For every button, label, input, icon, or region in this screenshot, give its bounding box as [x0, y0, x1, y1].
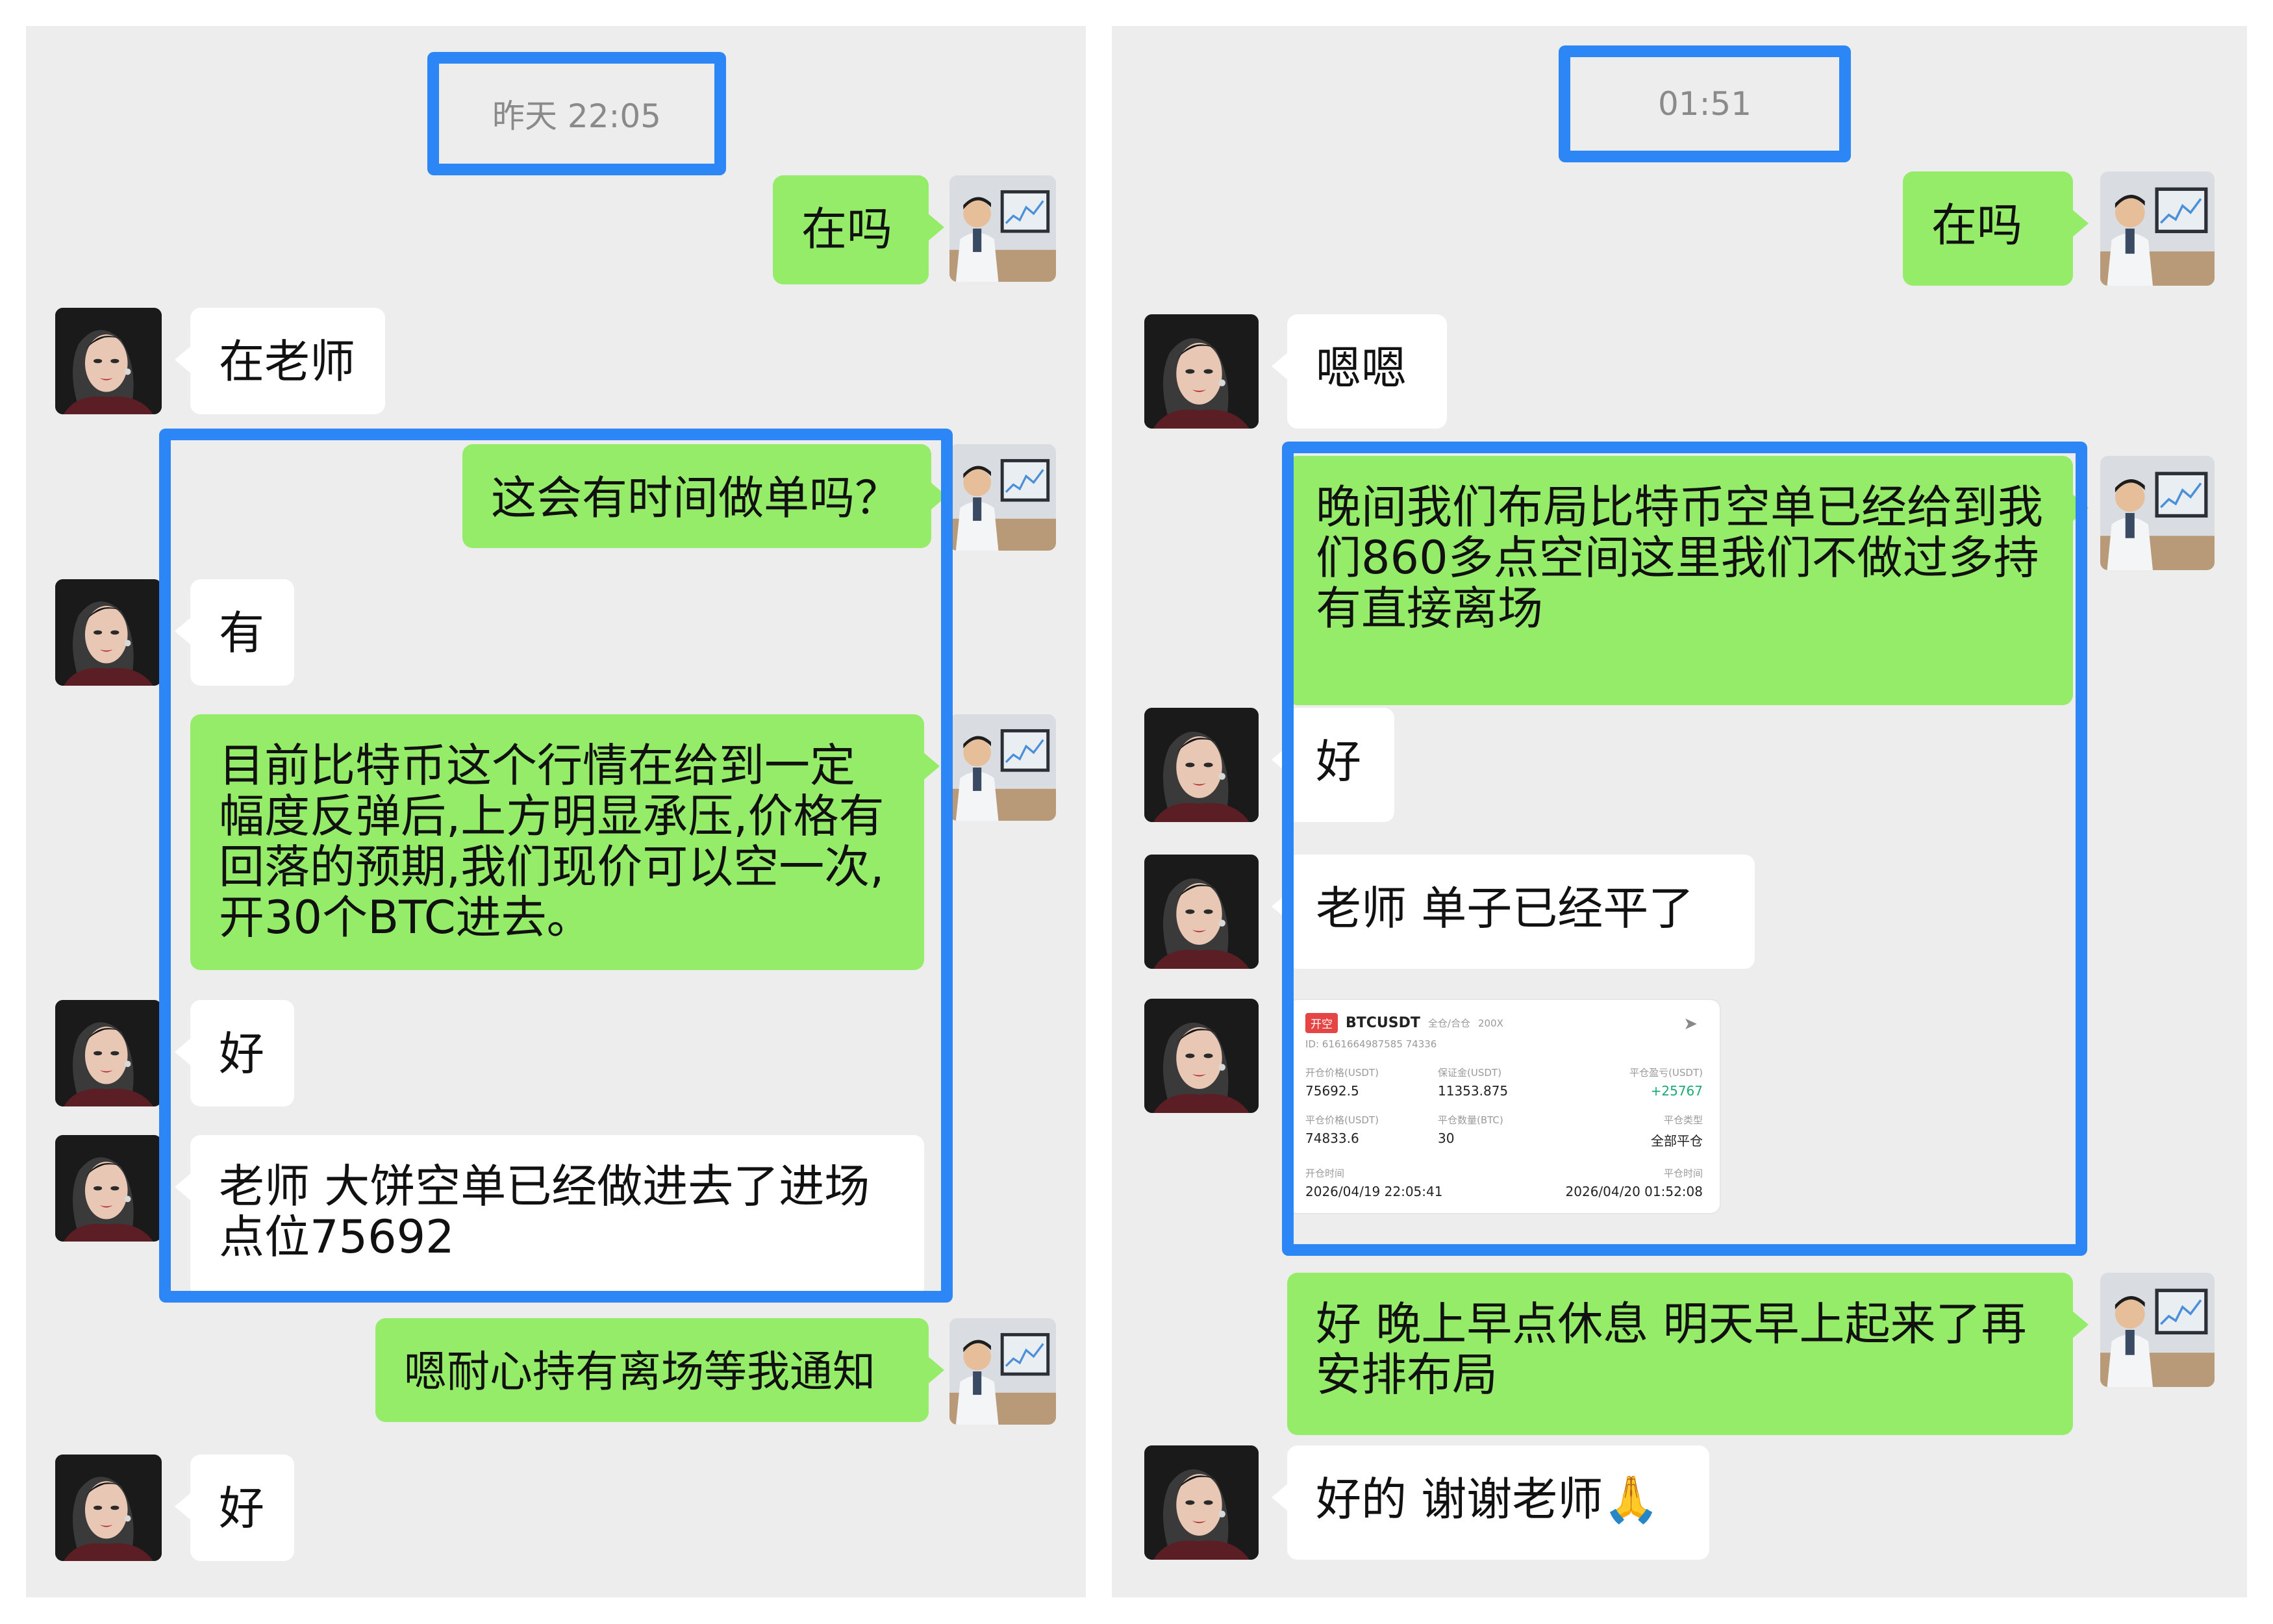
position-side-badge: 开空 [1305, 1013, 1338, 1033]
order-id: ID: 6161664987585 74336 [1305, 1038, 1437, 1050]
message-text: 老师 大饼空单已经做进去了进场点位75692 [219, 1160, 870, 1264]
avatar-user[interactable] [1144, 314, 1259, 429]
avatar-user[interactable] [1144, 855, 1259, 969]
message-bubble-incoming[interactable]: 好 [1272, 708, 1394, 822]
pnl-value: +25767 [1650, 1083, 1703, 1099]
avatar-user[interactable] [55, 308, 162, 414]
message-text: 老师 单子已经平了 [1316, 882, 1694, 935]
margin-value: 11353.875 [1438, 1083, 1509, 1099]
message-bubble-outgoing[interactable]: 在吗 [1903, 171, 2089, 286]
message-bubble-outgoing[interactable]: 目前比特币这个行情在给到一定幅度反弹后,上方明显承压,价格有回落的预期,我们现价… [190, 714, 940, 970]
trade-details-grid: 开仓价格(USDT) 75692.5 保证金(USDT) 11353.875 平… [1305, 1066, 1703, 1149]
margin-mode: 全仓/合仓 [1427, 1018, 1470, 1029]
close-price: 74833.6 [1305, 1131, 1359, 1146]
pray-hands-icon: 🙏 [1603, 1473, 1660, 1526]
open-time-label: 开仓时间 [1305, 1168, 1345, 1179]
timestamp-right: 01:51 [1559, 45, 1851, 162]
close-price-label: 平仓价格(USDT) [1305, 1114, 1379, 1126]
message-text: 在老师 [219, 335, 355, 388]
message-bubble-incoming[interactable]: 有 [175, 579, 294, 686]
avatar-user[interactable] [1144, 708, 1259, 822]
message-bubble-outgoing[interactable]: 好 晚上早点休息 明天早上起来了再安排布局 [1287, 1273, 2089, 1435]
message-text: 这会有时间做单吗？ [491, 471, 900, 525]
pnl-label: 平仓盈亏(USDT) [1629, 1067, 1703, 1079]
avatar-user[interactable] [55, 579, 162, 686]
avatar-teacher[interactable] [949, 175, 1056, 282]
avatar-teacher[interactable] [949, 1318, 1056, 1425]
timestamp-text: 昨天 22:05 [492, 97, 661, 135]
message-bubble-incoming[interactable]: 老师 大饼空单已经做进去了进场点位75692 [175, 1135, 924, 1297]
message-text: 有 [219, 606, 264, 660]
share-icon[interactable]: ➤ [1683, 1014, 1698, 1034]
message-bubble-incoming[interactable]: 好 [175, 1000, 294, 1106]
right-chat-panel: 01:51 在吗 嗯嗯 晚间我们布局比特币空单已经给到我们860多点空间这里我们… [1112, 26, 2247, 1597]
close-qty-label: 平仓数量(BTC) [1438, 1114, 1503, 1126]
margin-label: 保证金(USDT) [1438, 1067, 1501, 1079]
avatar-teacher[interactable] [2100, 171, 2215, 286]
avatar-user[interactable] [55, 1455, 162, 1561]
trade-times: 开仓时间 2026/04/19 22:05:41 平仓时间 2026/04/20… [1305, 1166, 1703, 1199]
message-text: 好的 谢谢老师 [1316, 1473, 1603, 1526]
message-bubble-incoming[interactable]: 在老师 [175, 308, 385, 414]
message-bubble-incoming[interactable]: 好的 谢谢老师🙏 [1272, 1445, 1709, 1560]
avatar-user[interactable] [1144, 1445, 1259, 1560]
message-text: 好 晚上早点休息 明天早上起来了再安排布局 [1316, 1297, 2027, 1401]
message-text: 好 [219, 1482, 264, 1535]
open-price: 75692.5 [1305, 1083, 1359, 1099]
close-time: 2026/04/20 01:52:08 [1565, 1184, 1703, 1199]
close-type-label: 平仓类型 [1663, 1114, 1703, 1126]
avatar-teacher[interactable] [949, 714, 1056, 821]
avatar-user[interactable] [1144, 999, 1259, 1113]
message-bubble-outgoing[interactable]: 嗯耐心持有离场等我通知 [375, 1318, 944, 1422]
message-text: 嗯耐心持有离场等我通知 [404, 1347, 875, 1397]
open-time: 2026/04/19 22:05:41 [1305, 1184, 1443, 1199]
message-text: 好 [219, 1027, 264, 1081]
timestamp-left: 昨天 22:05 [427, 52, 726, 175]
close-time-label: 平仓时间 [1663, 1168, 1703, 1179]
message-text: 目前比特币这个行情在给到一定幅度反弹后,上方明显承压,价格有回落的预期,我们现价… [219, 739, 885, 944]
message-text: 嗯嗯 [1316, 342, 1407, 395]
avatar-user[interactable] [55, 1135, 162, 1242]
close-type: 全部平仓 [1651, 1133, 1703, 1149]
message-bubble-incoming[interactable]: 老师 单子已经平了 [1272, 855, 1755, 969]
trade-screenshot-card[interactable]: 开空 BTCUSDT 全仓/合仓 200X ➤ ID: 616166498758… [1287, 999, 1721, 1214]
close-qty: 30 [1438, 1131, 1455, 1146]
timestamp-text: 01:51 [1657, 85, 1752, 123]
message-text: 在吗 [1931, 199, 2022, 252]
message-bubble-incoming[interactable]: 嗯嗯 [1272, 314, 1447, 429]
message-text: 在吗 [801, 203, 892, 256]
trading-pair: BTCUSDT [1346, 1015, 1420, 1031]
open-price-label: 开仓价格(USDT) [1305, 1067, 1379, 1079]
avatar-teacher[interactable] [2100, 1273, 2215, 1387]
message-bubble-outgoing[interactable]: 这会有时间做单吗？ [462, 444, 947, 548]
message-text: 晚间我们布局比特币空单已经给到我们860多点空间这里我们不做过多持有直接离场 [1316, 481, 2043, 635]
message-bubble-outgoing[interactable]: 在吗 [773, 175, 944, 284]
avatar-user[interactable] [55, 1000, 162, 1106]
message-text: 好 [1316, 735, 1361, 788]
left-chat-panel: 昨天 22:05 在吗 在老师 这会有时间做单吗？ 有 目前比特币这个行情在给到… [26, 26, 1086, 1597]
avatar-teacher[interactable] [2100, 456, 2215, 570]
avatar-teacher[interactable] [949, 444, 1056, 551]
message-bubble-incoming[interactable]: 好 [175, 1455, 294, 1561]
message-bubble-outgoing[interactable]: 晚间我们布局比特币空单已经给到我们860多点空间这里我们不做过多持有直接离场 [1287, 456, 2089, 705]
trade-card-header: 开空 BTCUSDT 全仓/合仓 200X [1305, 1013, 1703, 1033]
leverage: 200X [1477, 1017, 1503, 1029]
